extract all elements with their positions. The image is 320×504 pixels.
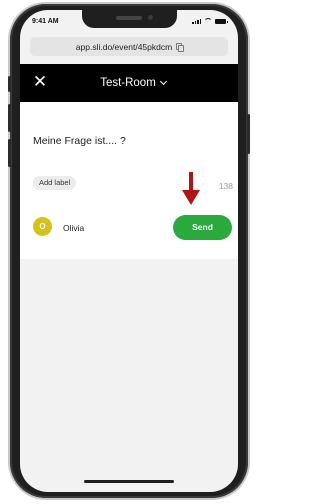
user-name[interactable]: Olivia (63, 223, 84, 233)
url-text: app.sli.do/event/45pkdcm (75, 41, 173, 52)
phone-screen: 9:41 AM app.sli.do/event/45pkdcm ✕ Test-… (20, 10, 238, 492)
power-button (247, 114, 250, 154)
arrow-down-icon (182, 172, 200, 205)
copy-icon[interactable] (176, 43, 185, 52)
send-button[interactable]: Send (173, 215, 232, 240)
close-icon[interactable]: ✕ (30, 72, 50, 92)
wifi-icon (204, 18, 212, 24)
room-title: Test-Room (100, 77, 156, 89)
add-label-button[interactable]: Add label (33, 176, 77, 190)
battery-icon (215, 19, 228, 24)
status-bar: 9:41 AM (20, 10, 238, 32)
volume-up-button (8, 104, 11, 132)
signal-icon (192, 19, 201, 24)
question-form: Meine Frage ist.... ? Add label 138 O Ol… (20, 102, 238, 259)
url-bar[interactable]: app.sli.do/event/45pkdcm (30, 37, 228, 56)
question-input[interactable]: Meine Frage ist.... ? (33, 135, 126, 147)
home-indicator (84, 480, 174, 483)
character-counter: 138 (218, 181, 233, 191)
room-header: ✕ Test-Room (20, 64, 238, 102)
status-icons (192, 18, 228, 24)
volume-down-button (8, 139, 11, 167)
chevron-down-icon (159, 77, 167, 86)
status-time: 9:41 AM (32, 18, 59, 25)
avatar[interactable]: O (33, 217, 52, 236)
side-button (8, 76, 11, 92)
room-selector[interactable]: Test-Room (90, 75, 176, 91)
